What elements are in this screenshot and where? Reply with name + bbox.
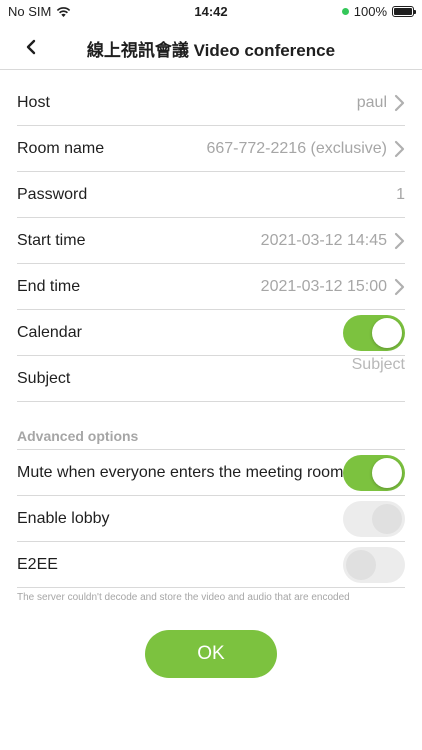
host-label: Host [17,94,50,111]
chevron-right-icon [394,94,405,112]
battery-indicator: 100% [341,4,416,19]
host-row[interactable]: Host paul [17,80,405,126]
room-name-value: 667-772-2216 (exclusive) [206,140,387,157]
host-value: paul [356,94,387,111]
room-name-row[interactable]: Room name 667-772-2216 (exclusive) [17,126,405,172]
password-row[interactable]: Password 1 [17,172,405,218]
status-bar: No SIM 14:42 100% [0,0,422,24]
chevron-right-icon [394,140,405,158]
subject-label: Subject [17,370,71,387]
page-title: 線上視訊會議 Video conference [86,41,336,60]
calendar-label: Calendar [17,324,82,341]
mute-label: Mute when everyone enters the meeting ro… [17,464,344,481]
lobby-toggle[interactable] [343,501,405,537]
toggle-knob [372,504,402,534]
e2ee-toggle[interactable] [343,547,405,583]
ok-button[interactable]: OK [145,630,277,678]
mute-toggle[interactable] [343,455,405,491]
calendar-toggle[interactable] [343,315,405,351]
calendar-row: Calendar [17,310,405,356]
e2ee-label: E2EE [17,556,58,573]
charging-dot-icon [341,8,349,15]
start-time-row[interactable]: Start time 2021-03-12 14:45 [17,218,405,264]
start-time-value: 2021-03-12 14:45 [260,232,387,249]
lobby-row: Enable lobby [17,496,405,542]
chevron-right-icon [394,232,405,250]
battery-icon [392,6,416,17]
password-value[interactable]: 1 [396,172,405,218]
password-label: Password [17,186,88,203]
mute-row: Mute when everyone enters the meeting ro… [17,450,405,496]
subject-row: Subject [17,356,405,402]
end-time-row[interactable]: End time 2021-03-12 15:00 [17,264,405,310]
toggle-knob [372,318,402,348]
battery-percent: 100% [353,4,387,19]
navigation-bar: 線上視訊會議 Video conference [0,24,422,70]
chevron-right-icon [394,278,405,296]
start-time-label: Start time [17,232,86,249]
room-name-label: Room name [17,140,105,157]
lobby-label: Enable lobby [17,510,110,527]
e2ee-footnote: The server couldn't decode and store the… [17,592,350,603]
end-time-label: End time [17,278,81,295]
advanced-options-header: Advanced options [17,418,405,450]
e2ee-row: E2EE [17,542,405,588]
toggle-knob [346,550,376,580]
subject-input[interactable] [285,356,405,374]
end-time-value: 2021-03-12 15:00 [260,278,387,295]
toggle-knob [372,458,402,488]
